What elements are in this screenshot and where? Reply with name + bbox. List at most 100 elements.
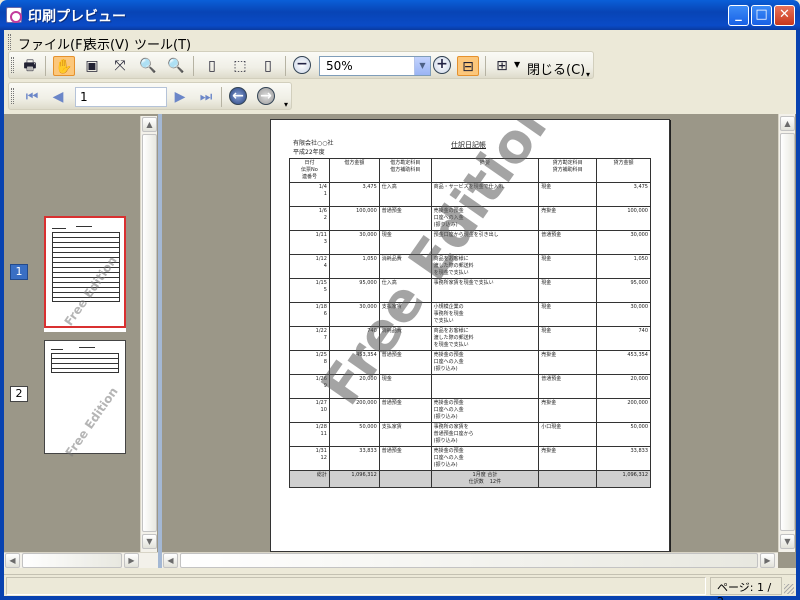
chevron-down-icon[interactable]: ▼: [514, 60, 520, 69]
row-credit-account: 現金: [538, 326, 598, 351]
row-memo: 商品をお客様に 渡した際の郵送料 を現金で支払い: [430, 326, 540, 351]
row-memo: 小規模企業の 事務所を現金 で支払い: [430, 302, 540, 327]
resize-grip[interactable]: [784, 584, 794, 594]
row-memo: 売掛金の預金 口座への入金 (振り込み): [430, 398, 540, 423]
scroll-down-icon[interactable]: ▼: [780, 534, 795, 549]
row-date: 1/6 2: [289, 206, 330, 231]
scroll-left-icon[interactable]: ◀: [163, 553, 178, 568]
thumbnail-number[interactable]: 2: [10, 386, 28, 402]
total-label-text: 総計: [316, 472, 327, 478]
row-credit-account: 普通預金: [538, 374, 598, 399]
column-header: 日付 伝票No 連番号: [289, 158, 330, 183]
fit-page-icon[interactable]: ⊟: [457, 56, 479, 76]
scroll-thumb[interactable]: [780, 133, 795, 531]
separator: [221, 87, 222, 107]
prev-page-icon[interactable]: ◀: [47, 87, 69, 107]
preview-vertical-scrollbar[interactable]: ▲ ▼: [778, 114, 795, 552]
forward-icon[interactable]: →: [257, 87, 275, 105]
zoom-minus-icon[interactable]: −: [293, 56, 311, 74]
menu-grip[interactable]: [8, 34, 11, 50]
row-date: 1/12 4: [289, 254, 330, 279]
fiscal-year: 平成22年度: [293, 149, 325, 156]
app-icon: [6, 7, 22, 23]
row-memo: 事務所の家賃を 普通預金口座から (振り込み): [430, 422, 540, 447]
row-date: 1/27 10: [289, 398, 330, 423]
first-page-icon[interactable]: ⏮: [21, 87, 43, 107]
row-debit-amount: 1,050: [328, 254, 380, 279]
zoom-plus-icon[interactable]: +: [433, 56, 451, 74]
print-icon[interactable]: 🖶: [19, 56, 41, 76]
column-header: 借方金額: [328, 158, 380, 183]
chevron-down-icon[interactable]: ▼: [414, 57, 430, 75]
row-credit-amount: 30,000: [596, 230, 651, 255]
row-date: 1/31 12: [289, 446, 330, 471]
status-bar: ページ: 1 / 2: [4, 574, 796, 600]
row-credit-amount: 100,000: [596, 206, 651, 231]
row-credit-amount: 740: [596, 326, 651, 351]
snapshot-icon[interactable]: ▣: [81, 56, 103, 76]
preview-pane[interactable]: 有限会社○○社 平成22年度 仕訳日記帳 日付 伝票No 連番号 借方金額 借方…: [162, 114, 796, 568]
row-credit-account: 売掛金: [538, 350, 598, 375]
zoom-out-tool-icon[interactable]: 🔍: [137, 56, 159, 76]
zoom-select[interactable]: 50% ▼: [319, 56, 431, 76]
scroll-thumb[interactable]: [180, 553, 758, 568]
title-bar: 印刷プレビュー _ □ ✕: [0, 0, 800, 30]
thumbnail-number[interactable]: 1: [10, 264, 28, 280]
thumbnail-watermark: Free Edition: [62, 384, 121, 460]
row-credit-amount: 1,050: [596, 254, 651, 279]
thumbnail-pane[interactable]: 1 Free Edition 2 Free Edition ▲ ▼ ◀ ▶: [4, 114, 158, 568]
preview-horizontal-scrollbar[interactable]: ◀ ▶: [162, 552, 778, 568]
scroll-left-icon[interactable]: ◀: [5, 553, 20, 568]
next-page-icon[interactable]: ▶: [169, 87, 191, 107]
toolbar-grip[interactable]: [11, 88, 14, 104]
total-credit: 1,096,312: [596, 470, 651, 488]
close-preview-button[interactable]: 閉じる(C): [527, 59, 585, 78]
page-indicator: ページ: 1 / 2: [710, 577, 782, 600]
page-number-input[interactable]: 1: [75, 87, 167, 107]
page-border-icon[interactable]: ⬚: [229, 56, 251, 76]
toolbar-overflow-icon[interactable]: ▾: [284, 100, 288, 109]
main-toolbar: 🖶 ✋ ▣ ⤧ 🔍 🔍 ▯ ⬚ ▯ − 50% ▼ + ⊟ ⊞ ▼ 閉じる(C): [8, 51, 594, 79]
total-memo: 1月度 合計 仕訳数 12件: [430, 470, 540, 488]
zoom-tool-icon[interactable]: ⤧: [109, 56, 131, 76]
thumbnail-page-1[interactable]: Free Edition: [44, 216, 126, 328]
row-debit-amount: 3,475: [328, 182, 380, 207]
row-debit-amount: 100,000: [328, 206, 380, 231]
minimize-button[interactable]: _: [728, 5, 749, 26]
scroll-thumb[interactable]: [22, 553, 122, 568]
row-debit-account: 仕入高: [378, 182, 432, 207]
row-credit-account: 売掛金: [538, 206, 598, 231]
total-count-label: 仕訳数: [468, 479, 484, 485]
multi-page-icon[interactable]: ⊞: [491, 56, 513, 76]
scroll-thumb[interactable]: [142, 134, 157, 532]
row-credit-account: 小口現金: [538, 422, 598, 447]
toolbar-grip[interactable]: [11, 57, 14, 73]
zoom-in-tool-icon[interactable]: 🔍: [165, 56, 187, 76]
scroll-right-icon[interactable]: ▶: [760, 553, 775, 568]
page-setup-icon[interactable]: ▯: [257, 56, 279, 76]
back-icon[interactable]: ←: [229, 87, 247, 105]
toolbar-overflow-icon[interactable]: ▾: [586, 70, 590, 79]
total-row: 総計 1,096,312 1月度 合計 仕訳数 12件 1,096,312: [289, 470, 651, 488]
scroll-down-icon[interactable]: ▼: [142, 534, 157, 549]
thumbnail-page-2[interactable]: Free Edition: [44, 340, 126, 459]
close-window-button[interactable]: ✕: [774, 5, 795, 26]
row-date: 1/22 7: [289, 326, 330, 351]
thumbnail-horizontal-scrollbar[interactable]: ◀ ▶: [4, 552, 158, 568]
single-page-icon[interactable]: ▯: [201, 56, 223, 76]
scroll-right-icon[interactable]: ▶: [124, 553, 139, 568]
thumbnail-vertical-scrollbar[interactable]: ▲ ▼: [140, 116, 157, 552]
hand-icon[interactable]: ✋: [53, 56, 75, 76]
row-credit-account: 現金: [538, 254, 598, 279]
row-date: 1/18 6: [289, 302, 330, 327]
last-page-icon[interactable]: ⏭: [195, 87, 217, 107]
status-message: [6, 577, 706, 595]
row-date: 1/15 5: [289, 278, 330, 303]
separator: [485, 56, 486, 76]
scroll-up-icon[interactable]: ▲: [142, 117, 157, 132]
row-credit-amount: 453,354: [596, 350, 651, 375]
maximize-button[interactable]: □: [751, 5, 772, 26]
column-header: 貸方勘定科目 貸方補助科目: [538, 158, 598, 183]
scroll-up-icon[interactable]: ▲: [780, 116, 795, 131]
row-credit-amount: 200,000: [596, 398, 651, 423]
